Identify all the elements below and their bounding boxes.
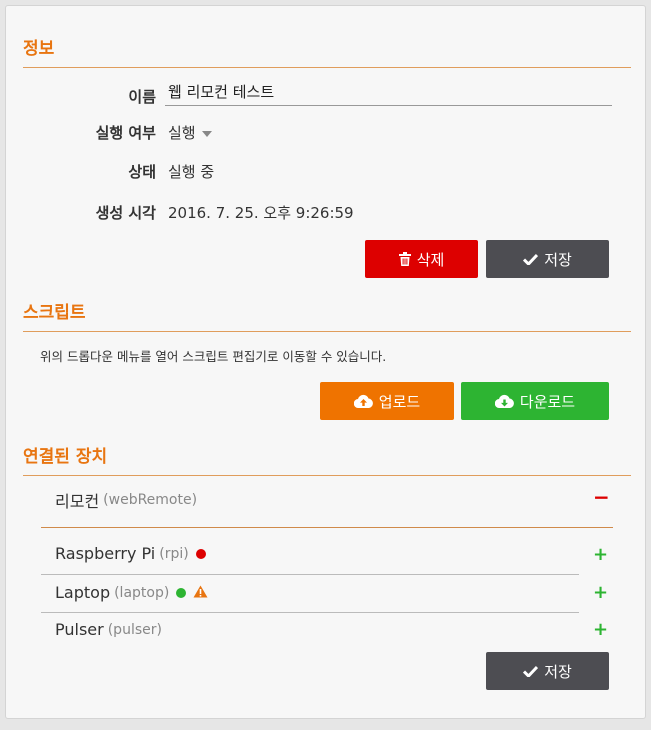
delete-button[interactable]: 삭제 — [365, 240, 478, 278]
status-online-dot — [176, 587, 187, 598]
name-label: 이름 — [128, 88, 156, 106]
devices-divider — [41, 527, 613, 528]
status-offline-dot — [195, 548, 206, 559]
created-label: 생성 시각 — [95, 204, 156, 222]
upload-button[interactable]: 업로드 — [320, 382, 454, 420]
download-button-label: 다운로드 — [519, 392, 576, 411]
device-id: (pulser) — [107, 621, 162, 638]
save-info-button-label: 저장 — [544, 250, 572, 269]
cloud-download-icon — [494, 394, 514, 408]
save-devices-button-label: 저장 — [544, 662, 572, 681]
available-device-row: Raspberry Pi (rpi) — [55, 544, 206, 563]
device-name: Raspberry Pi — [55, 544, 156, 563]
check-icon — [523, 253, 539, 265]
remove-device-button[interactable]: − — [593, 485, 610, 509]
run-select[interactable]: 실행 — [168, 122, 212, 143]
device-name: Laptop — [55, 583, 111, 602]
cloud-upload-icon — [353, 394, 373, 408]
save-info-button[interactable]: 저장 — [486, 240, 609, 278]
connected-device-row: 리모컨 (webRemote) — [55, 488, 197, 512]
available-device-row: Pulser (pulser) — [55, 620, 162, 639]
trash-icon — [398, 252, 411, 266]
download-button[interactable]: 다운로드 — [461, 382, 609, 420]
devices-section-title: 연결된 장치 — [23, 442, 631, 476]
save-devices-button[interactable]: 저장 — [486, 652, 609, 690]
row-divider — [41, 612, 579, 613]
state-label: 상태 — [128, 163, 156, 181]
device-id: (rpi) — [159, 545, 189, 562]
info-section-title: 정보 — [23, 34, 631, 68]
script-section-title: 스크립트 — [23, 298, 631, 332]
run-select-value: 실행 — [168, 124, 196, 142]
warning-icon — [193, 583, 208, 602]
delete-button-label: 삭제 — [416, 250, 445, 269]
available-device-row: Laptop (laptop) — [55, 583, 208, 602]
device-id: (laptop) — [114, 584, 170, 601]
run-label: 실행 여부 — [95, 124, 156, 142]
chevron-down-icon — [201, 130, 212, 137]
state-value: 실행 중 — [168, 163, 215, 181]
add-device-button[interactable]: + — [593, 582, 608, 603]
add-device-button[interactable]: + — [593, 544, 608, 565]
script-info-panel: 정보 이름 실행 여부 실행 상태 실행 중 생성 시각 2016. 7. 25… — [5, 5, 646, 719]
device-name: Pulser — [55, 620, 104, 639]
device-name: 리모컨 — [55, 492, 100, 511]
created-value: 2016. 7. 25. 오후 9:26:59 — [168, 204, 354, 222]
add-device-button[interactable]: + — [593, 619, 608, 640]
row-divider — [41, 574, 579, 575]
check-icon — [523, 665, 539, 677]
device-id: (webRemote) — [103, 492, 198, 508]
script-description: 위의 드롭다운 메뉴를 열어 스크립트 편집기로 이동할 수 있습니다. — [40, 349, 387, 364]
name-input[interactable] — [165, 78, 612, 106]
upload-button-label: 업로드 — [378, 392, 421, 411]
